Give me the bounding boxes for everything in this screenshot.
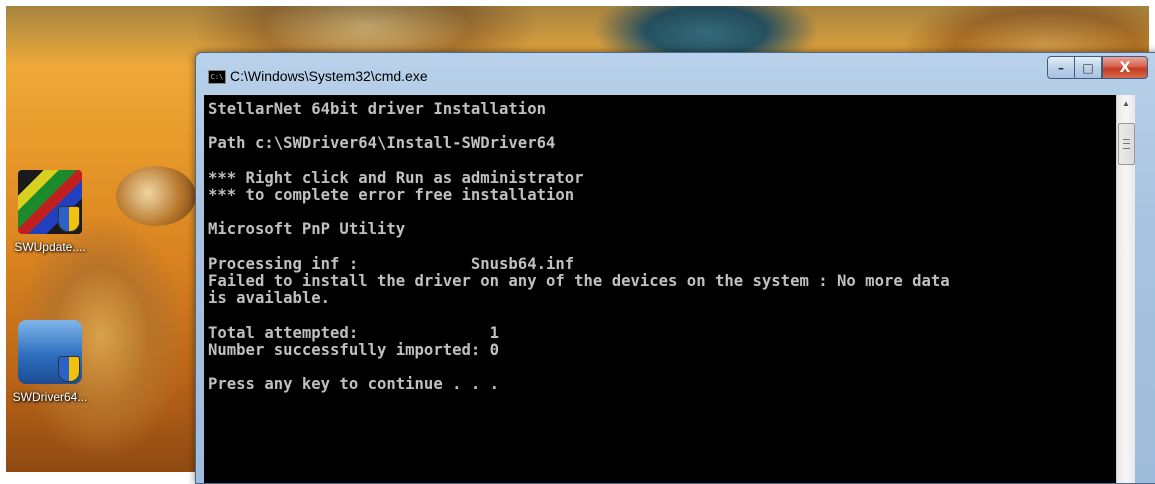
console-line: Number successfully imported: 0 [208, 340, 500, 359]
console-line: Path c:\SWDriver64\Install-SWDriver64 [208, 134, 556, 153]
console-line: StellarNet 64bit driver Installation [208, 100, 546, 118]
desktop-icon-swupdate[interactable]: SWUpdate.... [6, 170, 94, 254]
console-line: Processing inf : Snusb64.inf [208, 254, 575, 273]
maximize-button[interactable]: □ [1074, 56, 1102, 79]
scroll-grip-icon [1123, 139, 1130, 149]
cmd-icon[interactable]: C:\ [208, 70, 226, 84]
console-line: *** Right click and Run as administrator [208, 168, 584, 187]
minimize-button[interactable]: – [1047, 56, 1074, 79]
window-titlebar[interactable]: C:\ C:\Windows\System32\cmd.exe – □ X [196, 53, 1155, 95]
uac-shield-icon [58, 206, 80, 232]
scroll-thumb[interactable] [1118, 123, 1135, 165]
console-line: is available. [208, 289, 331, 308]
swupdate-icon [18, 170, 82, 234]
console-line: Failed to install the driver on any of t… [208, 271, 950, 290]
vertical-scrollbar[interactable]: ▲ [1116, 95, 1135, 483]
desktop-icon-label: SWDriver64... [12, 390, 88, 404]
console-line: *** to complete error free installation [208, 185, 575, 204]
wallpaper-shell [116, 166, 196, 226]
swdriver-installer-icon [18, 320, 82, 384]
console-text: StellarNet 64bit driver Installation Path… [204, 95, 1116, 399]
desktop-icon-swdriver64[interactable]: SWDriver64... [6, 320, 94, 404]
console-line: Total attempted: 1 [208, 323, 500, 342]
console-output[interactable]: StellarNet 64bit driver Installation Path… [204, 95, 1116, 483]
close-button[interactable]: X [1102, 56, 1148, 79]
scroll-up-arrow-icon[interactable]: ▲ [1117, 95, 1135, 112]
caption-buttons: – □ X [1047, 56, 1148, 79]
cmd-window[interactable]: C:\ C:\Windows\System32\cmd.exe – □ X St… [195, 52, 1155, 484]
uac-shield-icon [58, 356, 80, 382]
window-title: C:\Windows\System32\cmd.exe [230, 68, 428, 84]
console-line: Microsoft PnP Utility [208, 220, 406, 239]
console-line: Press any key to continue . . . [208, 375, 500, 394]
desktop-icon-label: SWUpdate.... [14, 240, 86, 254]
